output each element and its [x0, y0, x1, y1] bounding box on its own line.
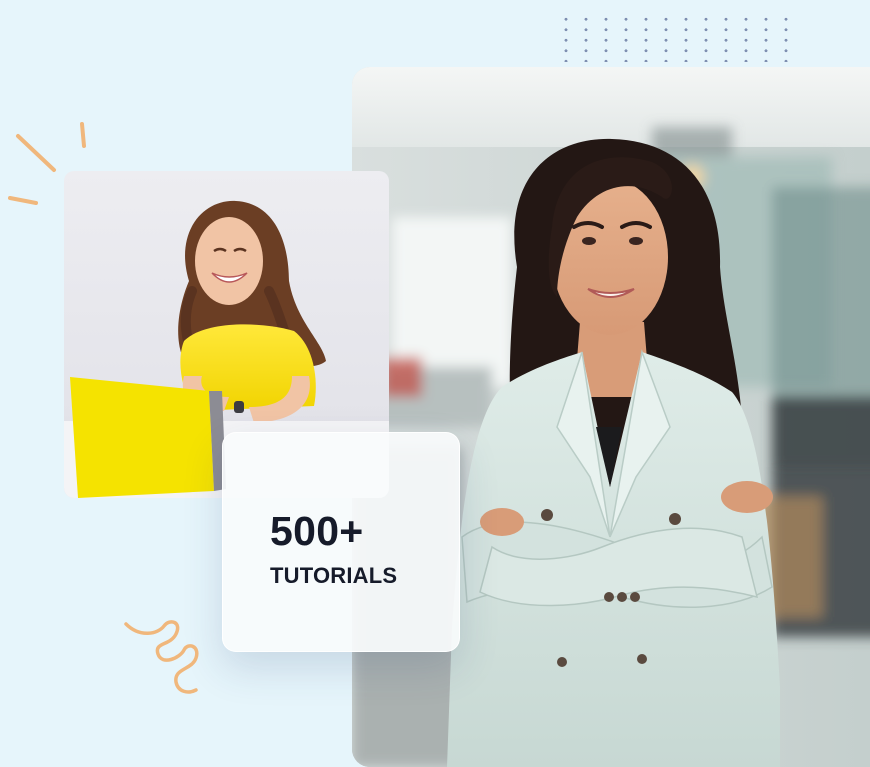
squiggle-decoration — [124, 620, 199, 694]
dot-grid-decoration — [556, 14, 804, 62]
tutorials-label: TUTORIALS — [270, 563, 398, 588]
tutorials-stat-card: 500+ TUTORIALS — [222, 432, 460, 652]
businesswoman-photo — [352, 67, 870, 767]
office-scene-illustration — [352, 67, 870, 767]
tutorials-count: 500+ — [270, 508, 364, 554]
